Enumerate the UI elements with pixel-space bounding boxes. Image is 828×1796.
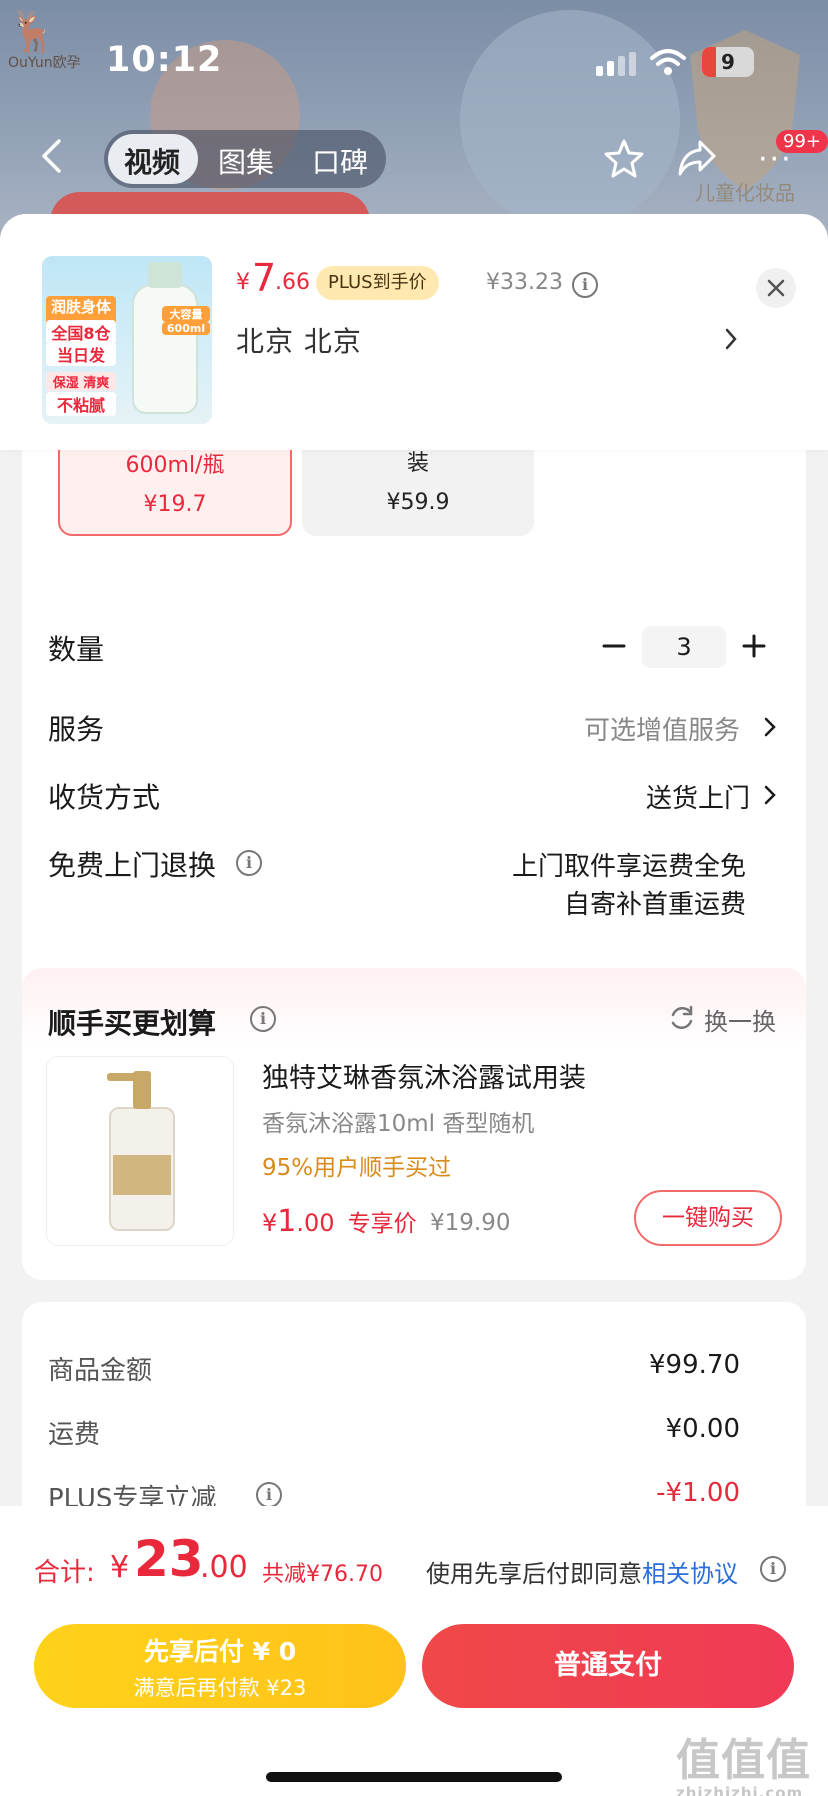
pay-later-title: 先享后付 ¥ 0 [143, 1637, 297, 1666]
recommend-price-dec: .00 [296, 1209, 335, 1237]
delivery-address[interactable]: 北京 北京 [236, 320, 362, 360]
recommend-buy-percent: 95%用户顺手买过 [262, 1155, 452, 1181]
recommend-original-price: ¥19.90 [430, 1210, 511, 1236]
plus-price-tag: PLUS到手价 [316, 266, 439, 300]
address-chevron-icon[interactable] [724, 326, 738, 352]
recommend-price: ¥1.00 专享价 [262, 1204, 417, 1239]
product-thumbnail: 润肤身体乳 全国8仓 当日发 保湿 清爽 不粘腻 大容量 600ml [42, 256, 212, 424]
plus-discount-info-icon[interactable]: i [256, 1482, 282, 1508]
status-time: 10:12 [106, 40, 223, 80]
service-value[interactable]: 可选增值服务 [540, 710, 740, 747]
return-line-2: 自寄补首重运费 [563, 890, 746, 920]
summary-goods-label: 商品金额 [48, 1356, 153, 1386]
free-return-label: 免费上门退换 [48, 849, 217, 882]
share-icon[interactable] [676, 138, 718, 178]
price-decimal: .66 [275, 270, 310, 295]
agreement-info-icon[interactable]: i [760, 1556, 786, 1582]
tab-video[interactable]: 视频 [124, 141, 180, 181]
agreement-prefix: 使用先享后付即同意 [426, 1560, 642, 1588]
tag-same-day: 当日发 [46, 342, 116, 366]
pay-later-button[interactable]: 先享后付 ¥ 0 满意后再付款 ¥23 [34, 1624, 406, 1708]
quantity-input[interactable]: 3 [642, 626, 726, 668]
back-arrow-icon[interactable] [40, 138, 62, 174]
total-integer: 23 [134, 1530, 204, 1588]
total-symbol: ¥ [110, 1550, 130, 1585]
quantity-label: 数量 [48, 633, 105, 666]
recommend-price-tag: 专享价 [347, 1211, 417, 1237]
delivery-chevron-icon[interactable] [764, 784, 776, 806]
delivery-method-label: 收货方式 [48, 781, 161, 814]
service-label: 服务 [48, 713, 105, 746]
pay-later-subtitle: 满意后再付款 ¥23 [133, 1676, 307, 1700]
recommend-price-symbol: ¥ [262, 1209, 278, 1237]
watermark-main: 值值值 [676, 1735, 811, 1786]
sheet-header: 润肤身体乳 全国8仓 当日发 保湿 清爽 不粘腻 大容量 600ml ¥ 7 .… [0, 214, 828, 450]
tag-warehouses: 全国8仓 [46, 320, 116, 344]
price-symbol: ¥ [236, 270, 250, 295]
total-label: 合计: [34, 1558, 95, 1588]
tag-volume: 600ml [162, 322, 210, 335]
bottle-pump [148, 262, 182, 288]
delivery-method-value[interactable]: 送货上门 [560, 778, 750, 815]
tag-not-sticky: 不粘腻 [46, 392, 116, 416]
tab-gallery[interactable]: 图集 [218, 141, 274, 181]
refresh-icon[interactable] [668, 1004, 696, 1032]
price-info-icon[interactable]: i [572, 272, 598, 298]
recommend-info-icon[interactable]: i [250, 1006, 276, 1032]
watermark: 值值值 zhizhizhi.com [676, 1724, 826, 1796]
swap-button[interactable]: 换一换 [704, 1002, 776, 1037]
close-icon[interactable] [756, 268, 796, 308]
service-chevron-icon[interactable] [764, 716, 776, 738]
agreement-link[interactable]: 相关协议 [642, 1560, 738, 1588]
quantity-decrease-button[interactable] [600, 632, 628, 660]
cart-badge: 99+ [776, 130, 828, 153]
price-integer: 7 [252, 256, 277, 300]
bottle-shape [132, 284, 198, 414]
original-price: ¥33.23 [486, 270, 563, 295]
home-indicator [266, 1772, 562, 1782]
return-line-1: 上门取件享运费全免 [511, 852, 746, 882]
bottle-nozzle [107, 1073, 137, 1081]
option-price: ¥19.7 [143, 492, 207, 517]
summary-plus-discount-value: -¥1.00 [656, 1478, 740, 1508]
tag-big-volume: 大容量 [162, 306, 210, 322]
brand-logo: 🦌 OuYun欧孕 [8, 9, 81, 71]
product-image-blob [460, 10, 680, 230]
summary-goods-value: ¥99.70 [649, 1350, 740, 1380]
return-info-icon[interactable]: i [236, 850, 262, 876]
recommend-product-image[interactable] [46, 1056, 234, 1246]
signal-icon [596, 52, 636, 76]
tag-moist: 保湿 清爽 [46, 372, 116, 391]
agreement-text: 使用先享后付即同意相关协议 [426, 1554, 738, 1589]
background-page: 🦌 OuYun欧孕 儿童化妆品 [0, 0, 828, 240]
one-click-buy-button[interactable]: 一键购买 [634, 1190, 782, 1246]
summary-shipping-label: 运费 [48, 1420, 101, 1450]
recommend-title: 顺手买更划算 [48, 1007, 217, 1040]
battery-icon: 9 [702, 47, 754, 77]
bottle-label [113, 1155, 171, 1195]
quantity-increase-button[interactable] [740, 632, 768, 660]
sticker-text: 儿童化妆品 [695, 181, 795, 205]
recommend-product-name[interactable]: 独特艾琳香氛沐浴露试用装 [262, 1056, 586, 1095]
favorite-star-icon[interactable] [604, 138, 644, 178]
recommend-product-desc: 香氛沐浴露10ml 香型随机 [262, 1111, 535, 1137]
recommend-price-int: 1 [277, 1204, 297, 1239]
total-decimal: .00 [200, 1550, 248, 1585]
total-discount: 共减¥76.70 [262, 1562, 383, 1587]
battery-level: 9 [721, 50, 735, 74]
normal-pay-button[interactable]: 普通支付 [422, 1624, 794, 1708]
wifi-icon [650, 49, 686, 75]
checkout-bar: 合计: ¥ 23 .00 共减¥76.70 使用先享后付即同意相关协议 i 先享… [0, 1506, 828, 1796]
tab-reviews[interactable]: 口碑 [312, 141, 368, 181]
option-price: ¥59.9 [386, 490, 450, 515]
summary-shipping-value: ¥0.00 [665, 1414, 740, 1444]
